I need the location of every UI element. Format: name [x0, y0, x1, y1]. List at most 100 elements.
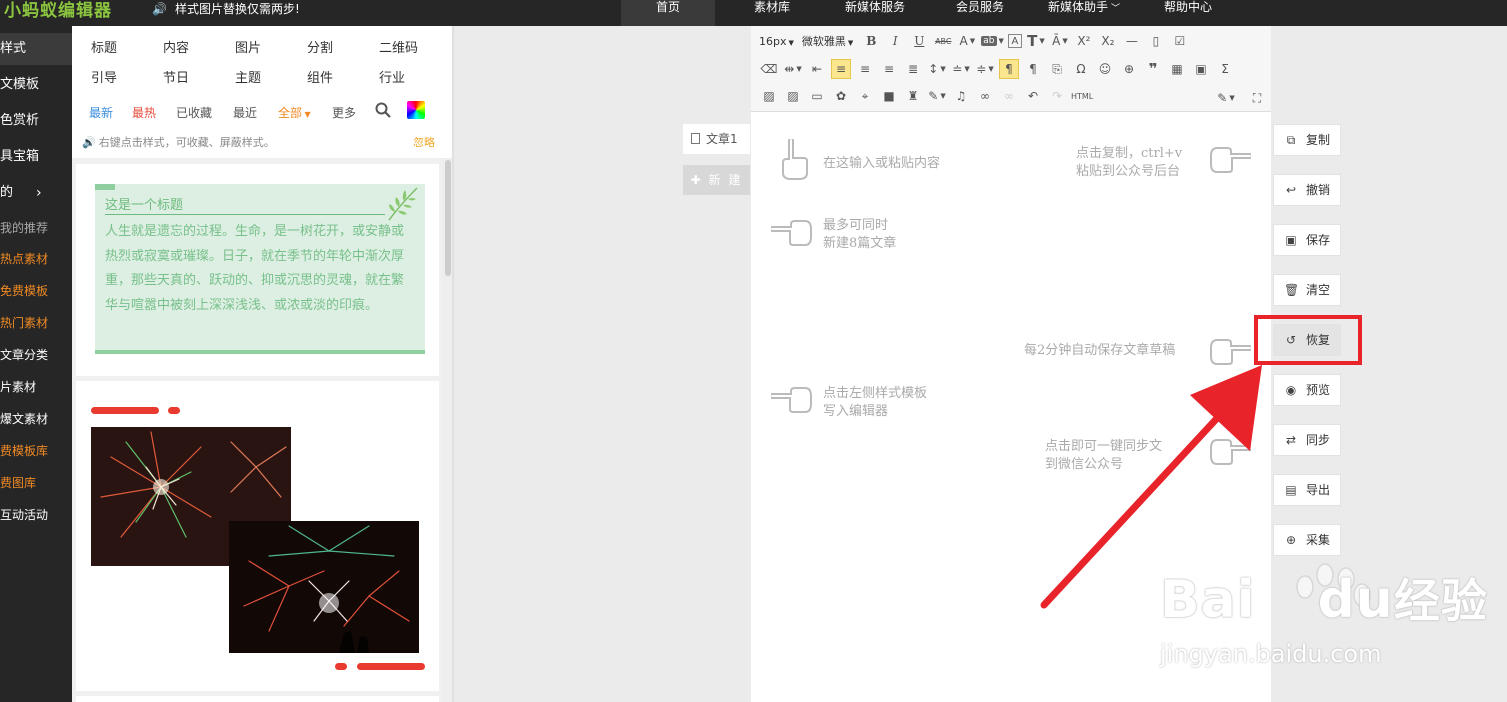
- indent-icon[interactable]: ⇹ ▼: [783, 59, 803, 79]
- sidebar-item-template[interactable]: 文模板: [0, 69, 72, 101]
- format-painter-icon[interactable]: ⎘: [1047, 59, 1067, 79]
- blank-page-icon[interactable]: ▯: [1146, 31, 1166, 51]
- new-article-button[interactable]: ✚ 新 建: [683, 165, 750, 195]
- quote-icon[interactable]: ❞: [1143, 59, 1163, 79]
- sidebar-item-recommend[interactable]: 我的推荐: [0, 212, 72, 244]
- collect-button[interactable]: ⊕ 采集: [1273, 524, 1341, 556]
- category-image[interactable]: 图片: [235, 37, 261, 56]
- filter-all[interactable]: 全部 ▼: [278, 104, 311, 121]
- sidebar-item-activity[interactable]: 互动活动: [0, 499, 72, 531]
- superscript-icon[interactable]: X²: [1074, 31, 1094, 51]
- ignore-link[interactable]: 忽略: [413, 134, 435, 150]
- preview-button[interactable]: ◉ 预览: [1273, 374, 1341, 406]
- ltr-icon[interactable]: ¶: [999, 59, 1019, 79]
- italic-icon[interactable]: I: [885, 31, 905, 51]
- copy-button[interactable]: ⧉ 复制: [1273, 124, 1341, 156]
- sidebar-item-image-lib[interactable]: 费图库: [0, 467, 72, 499]
- logo[interactable]: 小蚂蚁编辑器: [4, 0, 112, 26]
- html-source-icon[interactable]: HTML: [1071, 86, 1093, 106]
- sum-icon[interactable]: Σ: [1215, 59, 1235, 79]
- emoji-icon[interactable]: ☺: [1095, 59, 1115, 79]
- music-icon[interactable]: ♫: [951, 86, 971, 106]
- nav-home[interactable]: 首页: [621, 0, 715, 26]
- eraser-icon[interactable]: ⌫: [759, 59, 779, 79]
- template-card[interactable]: [76, 696, 439, 702]
- highlight-icon[interactable]: ab ▼: [981, 31, 1004, 51]
- align-center-icon[interactable]: ≡: [855, 59, 875, 79]
- sync-button[interactable]: ⇄ 同步: [1273, 424, 1341, 456]
- edit-mode-icon[interactable]: ✎ ▼: [1216, 88, 1236, 108]
- filter-more[interactable]: 更多: [332, 104, 356, 121]
- nav-assistant[interactable]: 新媒体助手 ﹀: [1036, 0, 1132, 26]
- category-content[interactable]: 内容: [163, 37, 189, 56]
- align-justify-icon[interactable]: ≣: [903, 59, 923, 79]
- save-button[interactable]: ▣ 保存: [1273, 224, 1341, 256]
- sidebar-item-mine[interactable]: 的 ›: [0, 177, 72, 209]
- sidebar-item-color[interactable]: 色赏析: [0, 105, 72, 137]
- category-title[interactable]: 标题: [91, 37, 117, 56]
- sidebar-item-picture-material[interactable]: 片素材: [0, 371, 72, 403]
- letter-spacing-icon[interactable]: Ā ▼: [1050, 31, 1070, 51]
- category-theme[interactable]: 主题: [235, 67, 261, 86]
- sidebar-item-viral-material[interactable]: 爆文素材: [0, 403, 72, 435]
- font-size-select[interactable]: 16px ▼: [759, 35, 794, 48]
- filter-recent[interactable]: 最近: [233, 104, 257, 121]
- font-color-icon[interactable]: A ▼: [957, 31, 977, 51]
- bold-icon[interactable]: B: [861, 31, 881, 51]
- tab-article-1[interactable]: 文章1: [683, 124, 750, 154]
- undo-button[interactable]: ↩ 撤销: [1273, 174, 1341, 206]
- template-card[interactable]: [76, 381, 439, 691]
- fullscreen-icon[interactable]: ⛶: [1247, 88, 1267, 108]
- nav-material[interactable]: 素材库: [740, 0, 804, 26]
- outdent-icon[interactable]: ⇤: [807, 59, 827, 79]
- strikethrough-icon[interactable]: ABC: [933, 31, 953, 51]
- sidebar-item-style[interactable]: 样式: [0, 33, 72, 65]
- paragraph-spacing-top-icon[interactable]: ≐ ▼: [951, 59, 971, 79]
- line-height-icon[interactable]: ↕ ▼: [927, 59, 947, 79]
- category-festival[interactable]: 节日: [163, 67, 189, 86]
- sidebar-item-template-lib[interactable]: 费模板库: [0, 435, 72, 467]
- magic-wand-icon[interactable]: ✎ ▼: [927, 86, 947, 106]
- multi-image-icon[interactable]: ▨: [783, 86, 803, 106]
- special-char-icon[interactable]: Ω: [1071, 59, 1091, 79]
- heading-icon[interactable]: T ▼: [1026, 31, 1046, 51]
- nav-media-service[interactable]: 新媒体服务: [832, 0, 918, 26]
- sidebar-item-article-category[interactable]: 文章分类: [0, 339, 72, 371]
- sidebar-item-hot-material[interactable]: 热点素材: [0, 243, 72, 275]
- edit-square-icon[interactable]: ☑: [1170, 31, 1190, 51]
- category-qrcode[interactable]: 二维码: [379, 37, 418, 56]
- template-card[interactable]: 这是一个标题 人生就是遗忘的过程。生命，是一树花开，或安静或热烈或寂寞或璀璨。日…: [76, 164, 439, 376]
- horizontal-rule-icon[interactable]: —: [1122, 31, 1142, 51]
- calendar-icon[interactable]: ▣: [1191, 59, 1211, 79]
- category-component[interactable]: 组件: [307, 67, 333, 86]
- font-family-select[interactable]: 微软雅黑 ▼: [802, 33, 853, 49]
- clear-button[interactable]: 🗑 清空: [1273, 274, 1341, 306]
- scrollbar-thumb[interactable]: [445, 160, 451, 276]
- filter-hottest[interactable]: 最热: [132, 104, 156, 121]
- category-divider[interactable]: 分割: [307, 37, 333, 56]
- unlink-icon[interactable]: ∞: [999, 86, 1019, 106]
- rtl-icon[interactable]: ¶: [1023, 59, 1043, 79]
- sidebar-item-toolbox[interactable]: 具宝箱: [0, 141, 72, 173]
- filter-favorites[interactable]: 已收藏: [176, 104, 212, 121]
- video-icon[interactable]: ■: [879, 86, 899, 106]
- sidebar-item-free-template[interactable]: 免费模板: [0, 275, 72, 307]
- find-icon[interactable]: ⊕: [1119, 59, 1139, 79]
- brush-icon[interactable]: ♜: [903, 86, 923, 106]
- category-guide[interactable]: 引导: [91, 67, 117, 86]
- nav-help[interactable]: 帮助中心: [1150, 0, 1226, 26]
- export-button[interactable]: ▤ 导出: [1273, 474, 1341, 506]
- table-icon[interactable]: ▦: [1167, 59, 1187, 79]
- underline-icon[interactable]: U: [909, 31, 929, 51]
- redo-arrow-icon[interactable]: ↷: [1047, 86, 1067, 106]
- filter-newest[interactable]: 最新: [89, 104, 113, 121]
- undo-arrow-icon[interactable]: ↶: [1023, 86, 1043, 106]
- align-right-icon[interactable]: ≡: [879, 59, 899, 79]
- nav-member[interactable]: 会员服务: [944, 0, 1016, 26]
- paragraph-spacing-bottom-icon[interactable]: ≑ ▼: [975, 59, 995, 79]
- subscript-icon[interactable]: X₂: [1098, 31, 1118, 51]
- link-icon[interactable]: ∞: [975, 86, 995, 106]
- color-picker-icon[interactable]: [407, 101, 425, 119]
- sidebar-item-popular-material[interactable]: 热门素材: [0, 307, 72, 339]
- image-icon[interactable]: ▨: [759, 86, 779, 106]
